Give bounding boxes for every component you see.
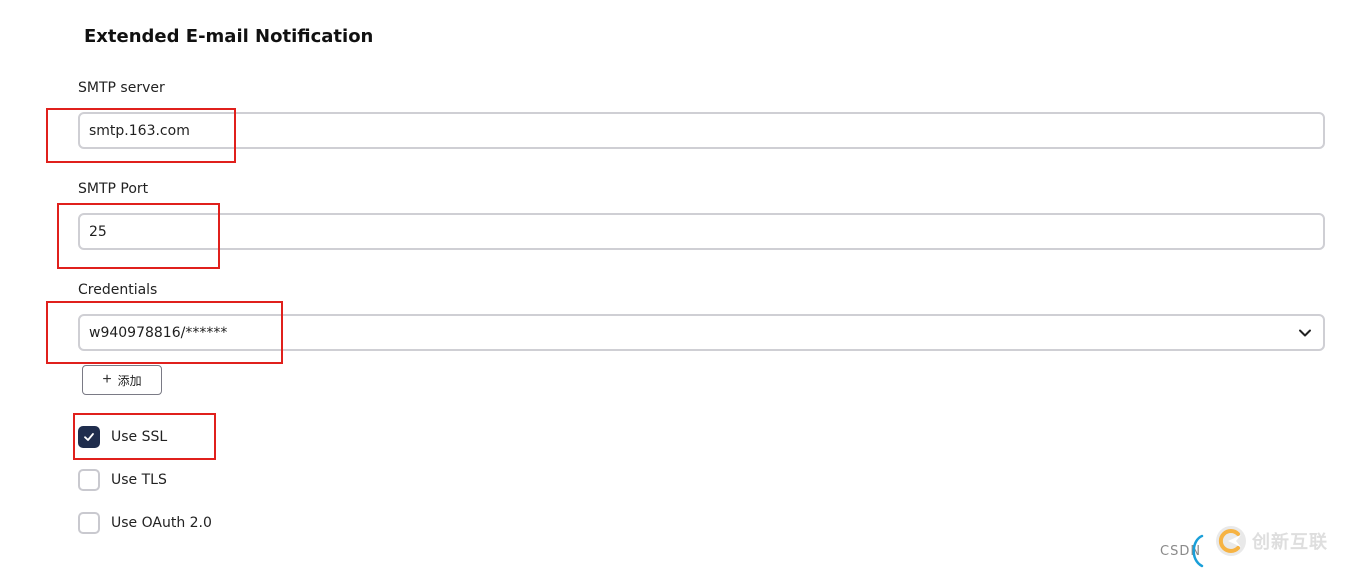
use-ssl-checkbox[interactable]	[78, 426, 100, 448]
credentials-select[interactable]: w940978816/******	[78, 314, 1325, 351]
use-ssl-option[interactable]: Use SSL	[78, 426, 167, 448]
credentials-label: Credentials	[78, 282, 158, 298]
use-ssl-label: Use SSL	[111, 429, 168, 445]
watermark-arc-icon	[1192, 534, 1204, 568]
plus-icon: +	[102, 371, 112, 388]
section-title: Extended E-mail Notification	[84, 26, 374, 47]
checkmark-icon	[84, 433, 94, 441]
use-tls-option[interactable]: Use TLS	[78, 469, 167, 491]
smtp-server-input[interactable]	[78, 112, 1325, 149]
smtp-port-input[interactable]	[78, 213, 1325, 250]
smtp-port-label: SMTP Port	[78, 181, 149, 197]
use-oauth-checkbox[interactable]	[78, 512, 100, 534]
smtp-server-label: SMTP server	[78, 80, 165, 96]
brand-watermark: 创新互联	[1214, 524, 1328, 558]
use-tls-checkbox[interactable]	[78, 469, 100, 491]
brand-watermark-text: 创新互联	[1252, 532, 1328, 553]
use-oauth-label: Use OAuth 2.0	[111, 515, 212, 531]
use-oauth-option[interactable]: Use OAuth 2.0	[78, 512, 212, 534]
credentials-selected-value: w940978816/******	[89, 324, 228, 341]
add-button-label: 添加	[117, 373, 142, 388]
add-credentials-button[interactable]: + 添加	[82, 365, 162, 395]
use-tls-label: Use TLS	[111, 472, 167, 488]
brand-logo-icon	[1216, 526, 1246, 556]
chevron-down-icon	[1299, 329, 1311, 336]
